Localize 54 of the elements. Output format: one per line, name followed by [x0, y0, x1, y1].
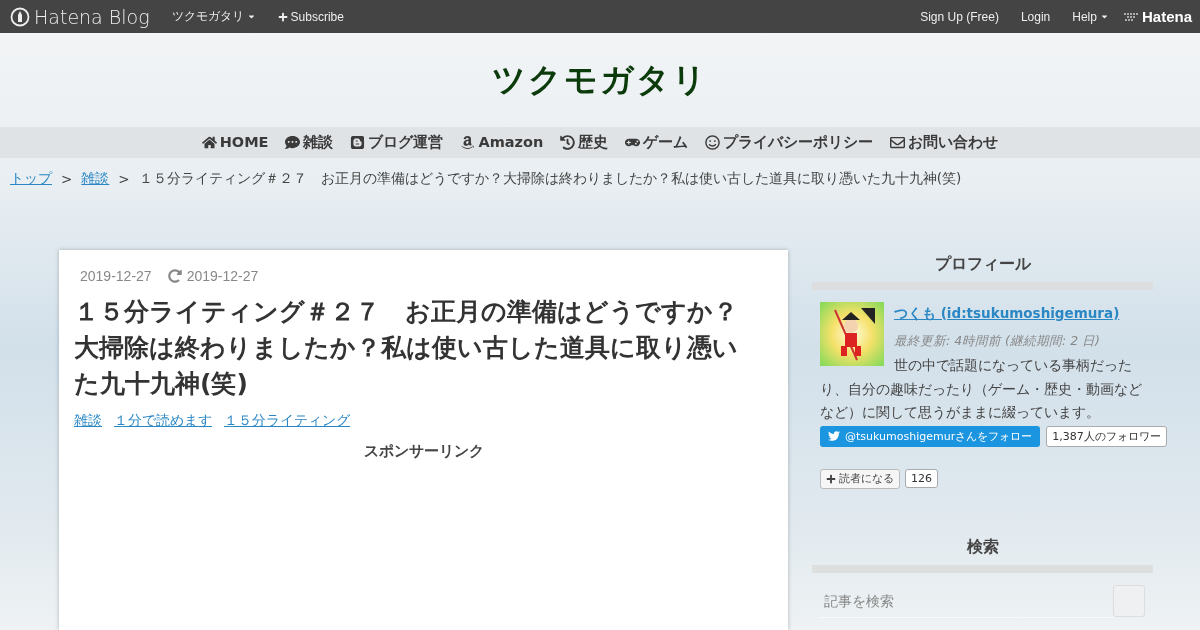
follower-count: 1,387人のフォロワー	[1046, 425, 1167, 447]
breadcrumb-separator: >	[118, 171, 130, 187]
lines-icon	[1122, 11, 1139, 22]
plus-icon	[826, 473, 836, 484]
profile-bio: 世の中で話題になっている事柄だったり、自分の趣味だったり（ゲーム・歴史・動画などなど）に関して思うがままに綴っています。	[820, 356, 1143, 422]
top-link[interactable]: Sign Up (Free)	[920, 9, 999, 24]
help-menu-link[interactable]: Help	[1072, 9, 1109, 24]
top-link[interactable]: Login	[1020, 9, 1051, 24]
reader-count: 126	[905, 469, 938, 488]
nav-link[interactable]: 雑談	[285, 132, 334, 152]
bird-icon	[828, 430, 840, 442]
hatena-wordmark: Hatena	[1141, 8, 1192, 25]
article-title: １５分ライティング＃２７ お正月の準備はどうですか？大掃除は終わりましたか？私は使い古した道具に取り憑いた九十九神(笑)	[74, 296, 739, 400]
category-link[interactable]: １５分ライティング	[224, 412, 350, 430]
updated-date: 2019-12-27	[186, 268, 259, 284]
subscribe-link[interactable]: Subscribe	[277, 9, 344, 24]
category-link[interactable]: １分で読めます	[114, 412, 212, 430]
nav-link[interactable]: ブログ運営	[350, 132, 444, 152]
search-button[interactable]	[1113, 585, 1145, 617]
plus-icon	[277, 11, 288, 22]
nav-link[interactable]: プライバシーポリシー	[705, 132, 874, 152]
breadcrumb-current: １５分ライティング＃２７ お正月の準備はどうですか？大掃除は終わりましたか？私は使い古した道具に取り憑いた九十九神(笑)	[138, 170, 962, 188]
hatena-logo[interactable]: Hatena	[1122, 8, 1192, 25]
speech-bubble-icon	[285, 134, 301, 150]
brand-name: Hatena Blog	[34, 5, 150, 28]
smiley-icon	[705, 134, 721, 150]
pen-circle-icon	[10, 6, 30, 27]
amazon-a-icon	[460, 134, 476, 150]
nav-link[interactable]: 歴史	[560, 132, 609, 152]
nav-link[interactable]: Amazon	[460, 134, 544, 151]
nav-link[interactable]: ゲーム	[625, 132, 689, 152]
blog-menu-link[interactable]: ツクモガタリ	[171, 8, 256, 25]
nav-link[interactable]: HOME	[201, 134, 269, 151]
nav-link[interactable]: お問い合わせ	[890, 132, 999, 152]
caret-icon	[246, 12, 256, 21]
profile-heading: プロフィール	[933, 253, 1032, 275]
refresh-icon	[167, 269, 182, 283]
subscribe-reader-button[interactable]: 読者になる	[820, 468, 900, 489]
breadcrumb-separator: >	[61, 171, 73, 187]
last-updated-text: 最終更新: 4時間前 (継続期間: 2 日)	[893, 333, 1101, 350]
blog-title[interactable]: ツクモガタリ	[492, 56, 708, 104]
caret-icon	[1099, 12, 1109, 21]
home-icon	[201, 134, 217, 150]
sponsor-label: スポンサーリンク	[362, 442, 485, 461]
hatena-blog-logo[interactable]: Hatena Blog	[10, 5, 150, 28]
post-date: 2019-12-27	[80, 268, 152, 284]
breadcrumb-link[interactable]: 雑談	[81, 170, 110, 188]
category-link[interactable]: 雑談	[74, 412, 102, 430]
square-b-icon	[350, 134, 366, 150]
search-heading: 検索	[965, 535, 1000, 558]
breadcrumb-link[interactable]: トップ	[10, 170, 52, 188]
history-icon	[560, 134, 576, 150]
search-field[interactable]: 記事を検索	[818, 584, 1113, 618]
envelope-icon	[890, 134, 906, 150]
